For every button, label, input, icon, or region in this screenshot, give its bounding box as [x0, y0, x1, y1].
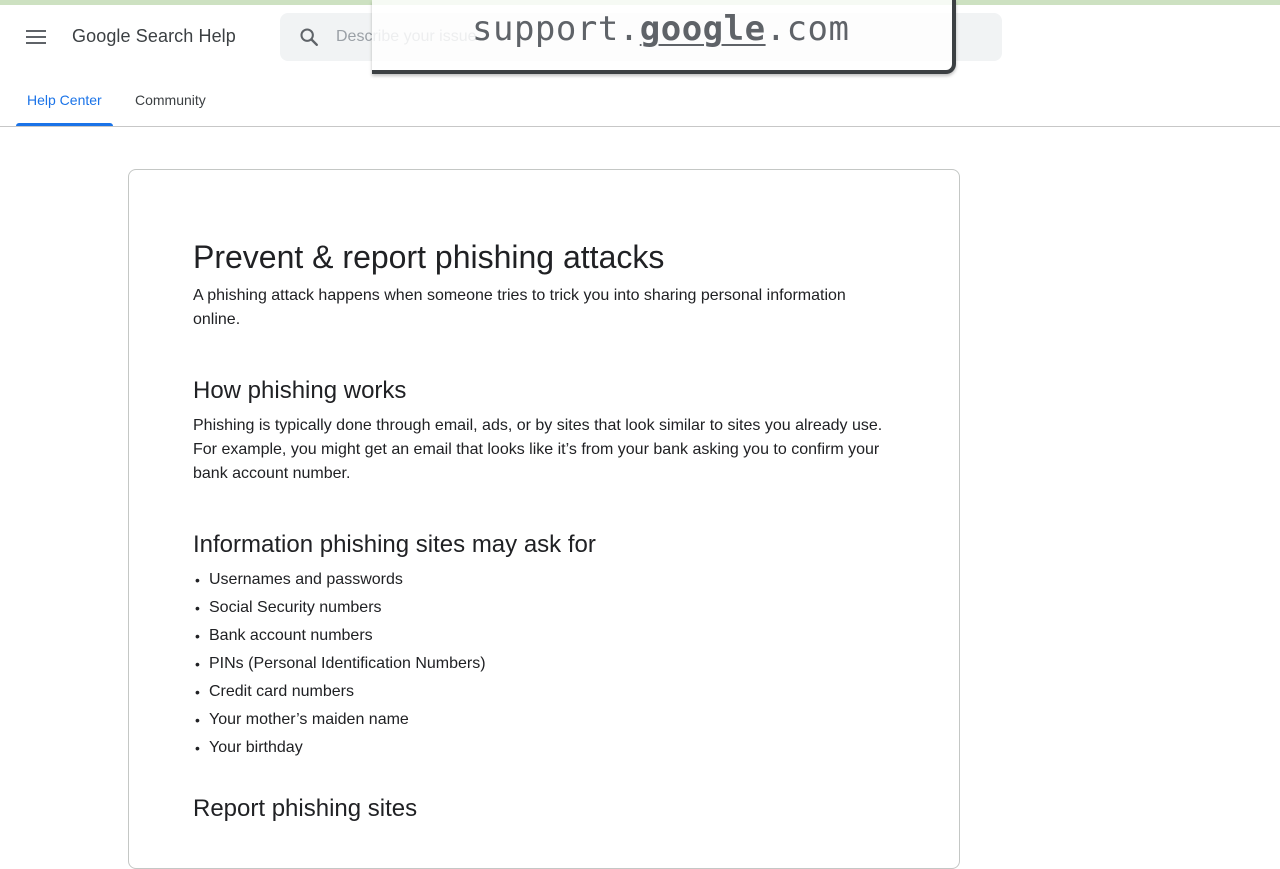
list-item: Social Security numbers — [193, 594, 893, 622]
url-prefix: support. — [472, 9, 640, 49]
list-item: Your birthday — [193, 734, 893, 762]
hamburger-menu-icon — [26, 30, 46, 44]
article-title: Prevent & report phishing attacks — [193, 239, 665, 275]
article-intro: A phishing attack happens when someone t… — [193, 287, 846, 328]
nav-tabs: Help Center Community — [0, 78, 1280, 127]
article-card: Prevent & report phishing attacks A phis… — [128, 169, 960, 869]
list-item: Usernames and passwords — [193, 566, 893, 594]
list-item: Credit card numbers — [193, 678, 893, 706]
list-item: Your mother’s maiden name — [193, 706, 893, 734]
url-banner: support.google.com — [372, 0, 956, 74]
tab-help-center[interactable]: Help Center — [16, 78, 113, 126]
product-title[interactable]: Google Search Help — [72, 26, 236, 47]
main-menu-button[interactable] — [20, 21, 52, 53]
phishing-info-list: Usernames and passwords Social Security … — [193, 566, 893, 762]
url-text: support.google.com — [472, 9, 849, 49]
article-body: Prevent & report phishing attacks A phis… — [193, 234, 893, 824]
list-item: PINs (Personal Identification Numbers) — [193, 650, 893, 678]
tab-community[interactable]: Community — [124, 78, 217, 126]
section-heading-information-requested: Information phishing sites may ask for — [193, 531, 596, 558]
section-heading-how-phishing-works: How phishing works — [193, 377, 407, 404]
url-suffix: .com — [765, 9, 850, 49]
search-icon[interactable] — [298, 26, 320, 48]
section-body-how-phishing-works: Phishing is typically done through email… — [193, 417, 883, 482]
url-domain: google — [639, 9, 766, 49]
list-item: Bank account numbers — [193, 622, 893, 650]
section-heading-report-phishing: Report phishing sites — [193, 795, 418, 822]
